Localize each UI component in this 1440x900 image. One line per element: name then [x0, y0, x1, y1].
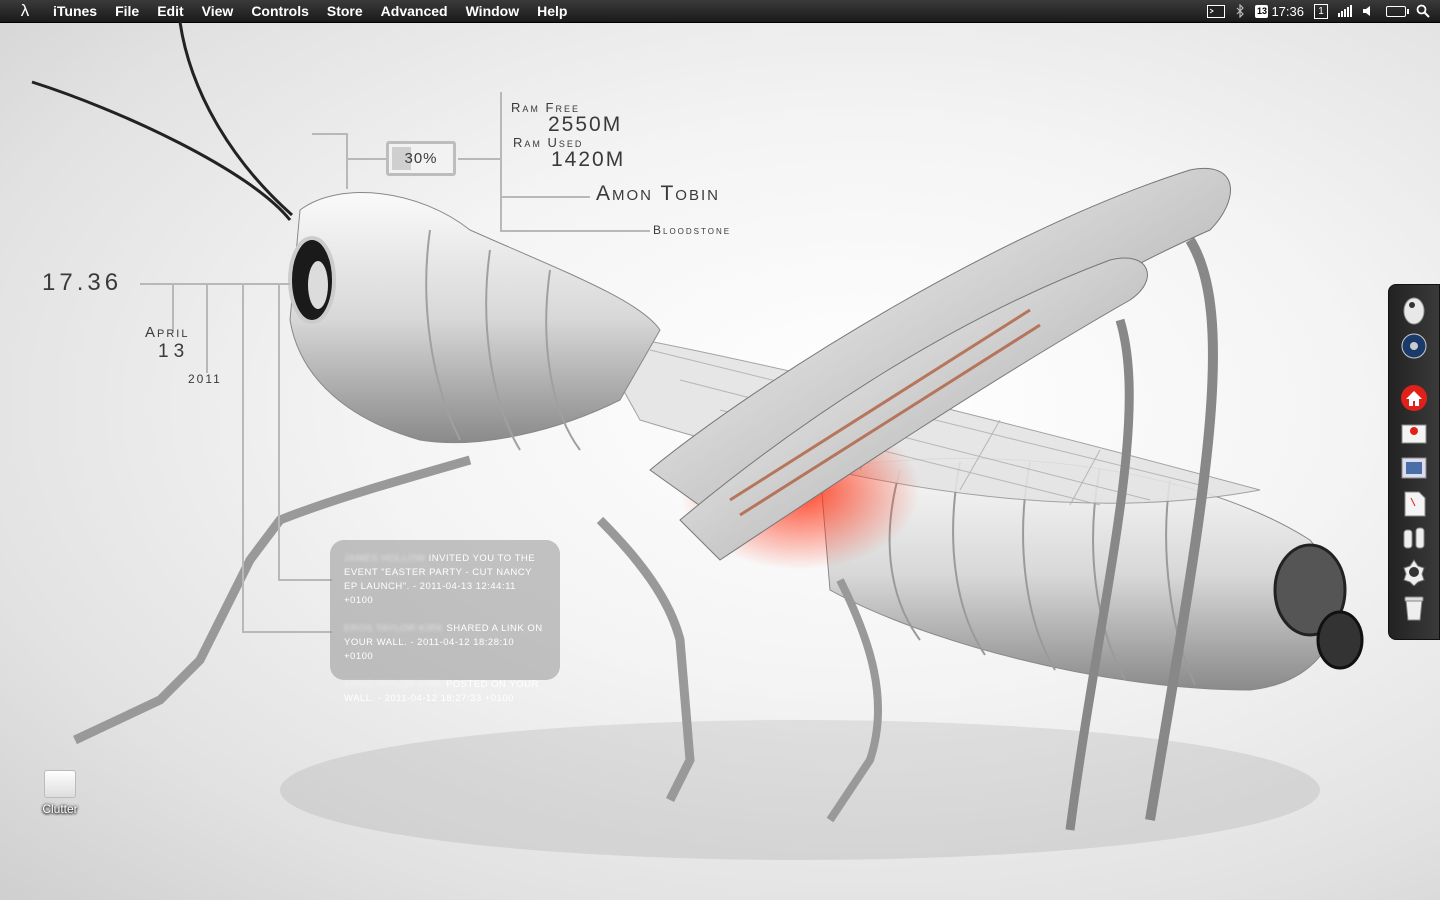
widget-line [278, 579, 332, 581]
notification-sender: Eros Taylor Kirk [344, 679, 443, 690]
widget-line [458, 158, 500, 160]
wallpaper-grasshopper [31, 21, 1364, 860]
battery-percent: 30% [404, 150, 438, 167]
home-icon[interactable] [1399, 383, 1429, 413]
widget-line [312, 133, 348, 135]
date-month: April [145, 324, 190, 341]
now-playing-artist: Amon Tobin [596, 182, 720, 205]
widget-line [500, 92, 502, 232]
downloads-icon[interactable] [1399, 419, 1429, 449]
notification-sender: James Hollow [344, 553, 426, 564]
now-playing-track: Bloodstone [653, 223, 732, 237]
notification-item[interactable]: Eros Taylor-Kirk shared a link on your w… [344, 622, 546, 664]
notification-item[interactable]: Eros Taylor Kirk posted on your wall. - … [344, 678, 546, 706]
facebook-notifications[interactable]: James Hollow invited you to the event "E… [330, 540, 560, 704]
widget-line [500, 230, 650, 232]
widget-line [140, 283, 290, 285]
widget-line [242, 283, 244, 633]
preview-icon[interactable] [1399, 453, 1429, 483]
utilities-icon[interactable] [1399, 523, 1429, 553]
widget-line [206, 283, 208, 373]
clock-time: 17.36 [42, 269, 123, 296]
desktop-icon-clutter[interactable]: Clutter [34, 770, 86, 816]
widget-line [242, 631, 332, 633]
dock [1388, 284, 1440, 640]
ram-used-value: 1420M [551, 148, 626, 171]
notification-item[interactable]: James Hollow invited you to the event "E… [344, 552, 546, 608]
date-year: 2011 [188, 372, 222, 386]
itunes-icon[interactable] [1399, 331, 1429, 361]
trash-icon[interactable] [1399, 593, 1429, 623]
finder-icon[interactable] [1399, 295, 1429, 325]
battery-widget: 30% [386, 141, 456, 176]
widget-line [346, 133, 348, 189]
widget-line [278, 283, 280, 581]
document-icon[interactable] [1399, 489, 1429, 519]
ram-free-value: 2550M [548, 113, 623, 136]
desktop-icon-label: Clutter [42, 802, 78, 816]
notification-sender: Eros Taylor-Kirk [344, 623, 444, 634]
date-day: 13 [158, 341, 190, 362]
widget-line [346, 158, 386, 160]
clutter-icon [44, 770, 76, 798]
widget-line [500, 196, 590, 198]
settings-icon[interactable] [1399, 557, 1429, 587]
